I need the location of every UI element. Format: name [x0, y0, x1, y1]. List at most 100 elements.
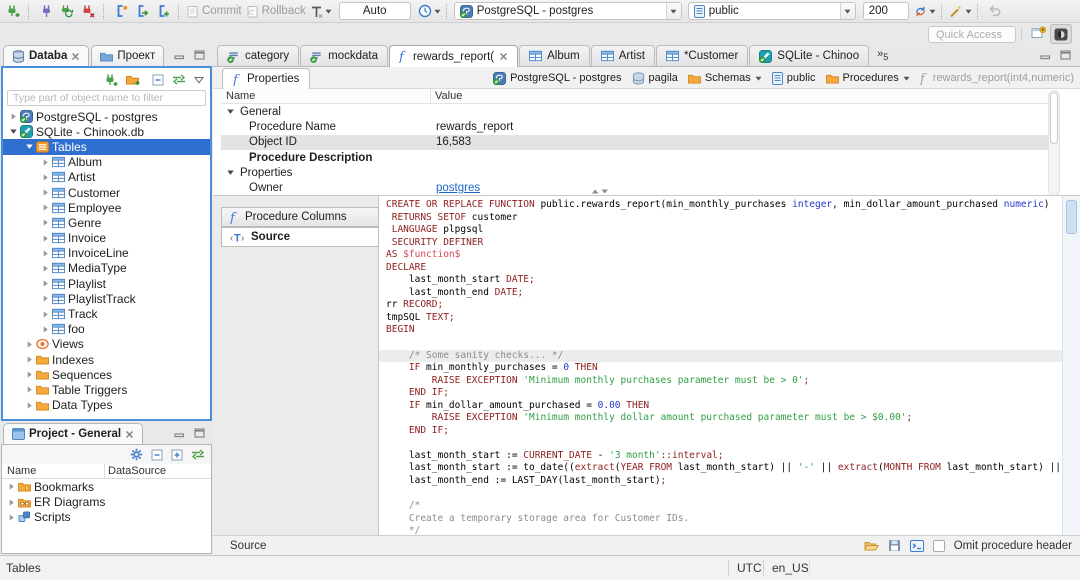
- tab-database-navigator[interactable]: Databa: [3, 45, 90, 66]
- save-to-file-icon[interactable]: [888, 539, 901, 552]
- chevron-right-icon[interactable]: [40, 188, 50, 197]
- link-with-editor-icon[interactable]: [191, 449, 205, 460]
- column-header-name[interactable]: Name: [7, 465, 36, 477]
- breadcrumb-item-procedures[interactable]: Procedures: [825, 72, 910, 84]
- breadcrumb-item-postgresql-postgres[interactable]: PostgreSQL - postgres: [493, 71, 622, 85]
- open-sql-console-button[interactable]: [132, 2, 152, 21]
- undo-button[interactable]: [985, 2, 1005, 21]
- close-icon[interactable]: [71, 52, 80, 61]
- new-folder-icon[interactable]: [126, 74, 140, 86]
- tab-project-general[interactable]: Project - General: [3, 423, 144, 444]
- owner-link[interactable]: postgres: [436, 182, 480, 194]
- reconnect-button[interactable]: [57, 2, 77, 21]
- tree-item-invoiceline[interactable]: InvoiceLine: [3, 246, 210, 261]
- property-row-procedure-name[interactable]: Procedure Name rewards_report: [221, 119, 1048, 134]
- link-with-editor-icon[interactable]: [172, 74, 186, 85]
- chevron-right-icon[interactable]: [40, 203, 50, 212]
- column-divider[interactable]: [430, 89, 431, 103]
- tree-item-employee[interactable]: Employee: [3, 200, 210, 215]
- sql-editor-button[interactable]: [111, 2, 131, 21]
- property-row-owner[interactable]: Owner postgres: [221, 180, 1048, 195]
- breadcrumb-item-public[interactable]: public: [771, 71, 816, 85]
- transaction-mode-select[interactable]: Auto: [338, 2, 411, 20]
- chevron-right-icon[interactable]: [40, 279, 50, 288]
- tree-item-views[interactable]: Views: [3, 337, 210, 352]
- tree-item-genre[interactable]: Genre: [3, 215, 210, 230]
- chevron-right-icon[interactable]: [24, 385, 34, 394]
- editor-tab-rewards-report[interactable]: f rewards_report(: [388, 45, 519, 67]
- property-row-object-id[interactable]: Object ID 16,583: [221, 134, 1048, 150]
- editor-tab-sqlite-chinoo[interactable]: SQLite - Chinoo: [749, 45, 870, 66]
- active-connection-select[interactable]: PostgreSQL - postgres: [453, 2, 682, 20]
- new-connection-button[interactable]: [3, 2, 23, 21]
- property-group-properties[interactable]: Properties: [221, 165, 1048, 180]
- tree-item-foo[interactable]: foo: [3, 322, 210, 337]
- project-item-bookmarks[interactable]: Bookmarks: [2, 479, 211, 494]
- chevron-down-icon[interactable]: [24, 142, 34, 151]
- chevron-down-icon[interactable]: [755, 76, 762, 81]
- tab-projects[interactable]: Проект: [91, 45, 165, 66]
- locale-label[interactable]: en_US: [772, 561, 809, 575]
- tree-item-artist[interactable]: Artist: [3, 170, 210, 185]
- column-divider[interactable]: [104, 464, 105, 478]
- editor-tab-mockdata[interactable]: mockdata: [300, 45, 388, 66]
- minimize-icon[interactable]: [174, 50, 185, 60]
- omit-procedure-header-checkbox[interactable]: [932, 539, 945, 552]
- close-icon[interactable]: [125, 430, 134, 439]
- editor-tab-album[interactable]: Album: [519, 45, 590, 66]
- chevron-right-icon[interactable]: [24, 401, 34, 410]
- properties-scrollbar[interactable]: [1048, 90, 1060, 196]
- tree-item-invoice[interactable]: Invoice: [3, 231, 210, 246]
- rollback-button[interactable]: Rollback: [246, 2, 309, 21]
- chevron-right-icon[interactable]: [24, 340, 34, 349]
- column-header-value[interactable]: Value: [435, 90, 462, 102]
- transaction-log-button[interactable]: [310, 2, 332, 21]
- chevron-down-icon[interactable]: [903, 76, 910, 81]
- chevron-right-icon[interactable]: [40, 294, 50, 303]
- minimize-icon[interactable]: [174, 428, 185, 438]
- query-history-button[interactable]: [418, 2, 441, 21]
- side-tab-procedure-columns[interactable]: f Procedure Columns: [221, 207, 379, 227]
- tree-item-playlist[interactable]: Playlist: [3, 276, 210, 291]
- tree-item-postgresql-postgres[interactable]: PostgreSQL - postgres: [3, 109, 210, 124]
- load-from-file-icon[interactable]: [863, 540, 879, 552]
- sql-generate-button[interactable]: [949, 2, 972, 21]
- property-group-general[interactable]: General: [221, 104, 1048, 119]
- commit-button[interactable]: Commit: [186, 2, 245, 21]
- tree-item-indexes[interactable]: Indexes: [3, 352, 210, 367]
- chevron-right-icon[interactable]: [40, 264, 50, 273]
- project-item-scripts[interactable]: Scripts: [2, 510, 211, 525]
- quick-access-input[interactable]: [928, 26, 1016, 43]
- chevron-right-icon[interactable]: [8, 112, 18, 121]
- minimize-icon[interactable]: [1040, 50, 1051, 60]
- breadcrumb-item-rewards-report-int4-numeric[interactable]: f rewards_report(int4,numeric): [920, 72, 1074, 85]
- refresh-button[interactable]: [914, 2, 936, 21]
- chevron-right-icon[interactable]: [40, 310, 50, 319]
- column-header-datasource[interactable]: DataSource: [108, 465, 166, 477]
- breadcrumb-item-schemas[interactable]: Schemas: [687, 72, 762, 84]
- open-console-icon[interactable]: [909, 539, 924, 552]
- expand-all-icon[interactable]: [171, 449, 183, 461]
- scrollbar-thumb[interactable]: [1050, 92, 1058, 144]
- connect-button[interactable]: [36, 2, 56, 21]
- tree-item-tables[interactable]: Tables: [3, 139, 210, 155]
- tree-item-customer[interactable]: Customer: [3, 185, 210, 200]
- chevron-right-icon[interactable]: [6, 482, 16, 491]
- chevron-right-icon[interactable]: [24, 355, 34, 364]
- schema-dropdown-button[interactable]: [839, 3, 855, 19]
- project-item-er-diagrams[interactable]: ER Diagrams: [2, 494, 211, 509]
- close-icon[interactable]: [499, 52, 508, 61]
- chevron-right-icon[interactable]: [40, 218, 50, 227]
- chevron-down-icon[interactable]: [226, 168, 235, 177]
- source-code-editor[interactable]: CREATE OR REPLACE FUNCTION public.reward…: [379, 196, 1062, 535]
- chevron-right-icon[interactable]: [6, 513, 16, 522]
- tree-item-album[interactable]: Album: [3, 155, 210, 170]
- maximize-icon[interactable]: [194, 50, 205, 60]
- property-row-procedure-description[interactable]: Procedure Description: [221, 150, 1048, 165]
- active-schema-select[interactable]: public: [687, 2, 856, 20]
- connection-dropdown-button[interactable]: [665, 3, 681, 19]
- chevron-right-icon[interactable]: [24, 370, 34, 379]
- tree-item-track[interactable]: Track: [3, 306, 210, 321]
- collapse-all-icon[interactable]: [151, 449, 163, 461]
- tree-item-sqlite-chinook-db[interactable]: SQLite - Chinook.db: [3, 124, 210, 139]
